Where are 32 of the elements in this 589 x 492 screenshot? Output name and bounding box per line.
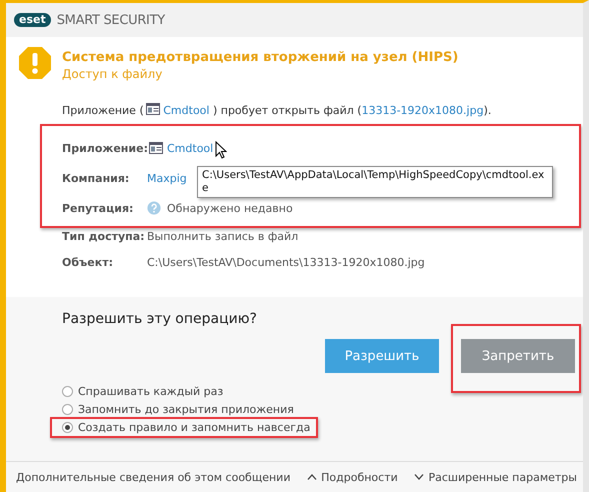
help-icon (147, 201, 161, 215)
more-info-link[interactable]: Дополнительные сведения об этом сообщении (16, 470, 290, 484)
app-link[interactable]: Cmdtool (163, 104, 210, 117)
company-link[interactable]: Maxpig (147, 172, 187, 184)
app-link[interactable]: Cmdtool (167, 142, 214, 154)
question-text: Разрешить эту операцию? (62, 311, 258, 327)
logo: eset (14, 13, 51, 27)
radio-button[interactable] (62, 404, 73, 415)
file-link[interactable]: 13313-1920x1080.jpg (362, 104, 484, 117)
path-tooltip: C:\Users\TestAV\AppData\Local\Temp\HighSpeedCopy\cmdtool.exe (197, 166, 553, 198)
cursor-icon (215, 140, 227, 158)
chevron-icon (307, 474, 318, 480)
field-label: Тип доступа: (62, 230, 146, 242)
window-icon (146, 103, 160, 115)
field-value: C:\Users\TestAV\Documents\13313-1920x1080.jpg (147, 256, 425, 268)
advanced-toggle[interactable]: Расширенные параметры (414, 470, 577, 484)
field-label: Компания: (62, 172, 130, 184)
radio-button[interactable] (62, 422, 73, 433)
warning-icon (18, 46, 52, 80)
field-label: Репутация: (62, 202, 134, 214)
radio-button[interactable] (62, 386, 73, 397)
alert-subtitle: Доступ к файлу (62, 67, 164, 81)
field-value: Выполнить запись в файл (147, 230, 298, 242)
chevron-icon (414, 474, 424, 480)
alert-title: Система предотвращения вторжений на узел (HIPS) (62, 50, 458, 65)
access-message: Приложение ( Cmdtool ) пробует открыть файл (13313-1920x1080.jpg). (62, 103, 492, 117)
reputation-value: Обнаружено недавно (167, 202, 293, 214)
field-label: Приложение: (62, 142, 147, 154)
product-name: SMART SECURITY (56, 12, 165, 28)
window-icon (149, 142, 163, 154)
field-label: Объект: (62, 256, 114, 268)
details-toggle[interactable]: Подробности (307, 470, 398, 484)
